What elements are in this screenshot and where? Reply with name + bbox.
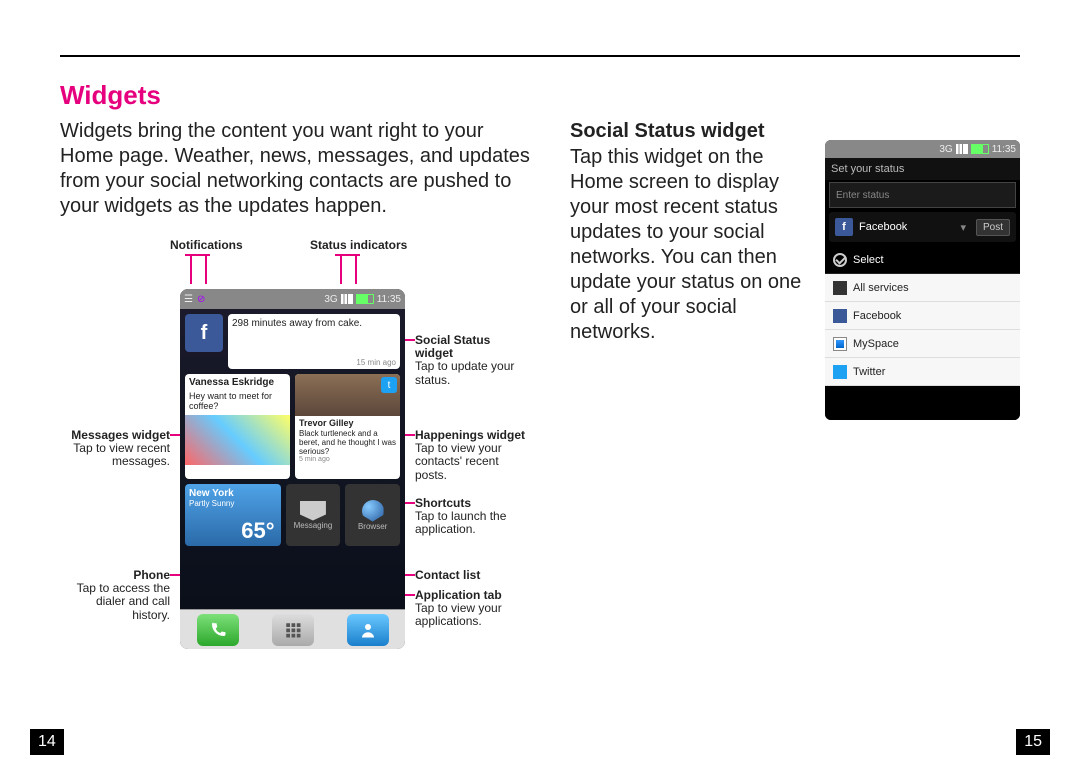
network-indicator: 3G	[324, 294, 337, 305]
select-header: Select	[825, 246, 1020, 274]
facebook-icon	[833, 309, 847, 323]
twitter-icon	[833, 365, 847, 379]
post-button[interactable]: Post	[976, 219, 1010, 236]
service-item-all[interactable]: All services	[825, 274, 1020, 302]
label-happenings: Happenings widgetTap to view your contac…	[415, 429, 525, 482]
status-bar: 3G 11:35	[825, 140, 1020, 158]
service-item-myspace[interactable]: MySpace	[825, 330, 1020, 358]
facebook-icon: f	[835, 218, 853, 236]
person-icon	[359, 621, 377, 639]
service-list: All services Facebook MySpace Twitter	[825, 274, 1020, 386]
social-status-body: Tap this widget on the Home screen to di…	[570, 145, 815, 345]
phone-set-status-screen: 3G 11:35 Set your status Enter status f …	[825, 140, 1020, 420]
phone-button[interactable]	[197, 614, 239, 646]
label-social-status: Social Status widgetTap to update your s…	[415, 334, 525, 387]
status-input[interactable]: Enter status	[829, 182, 1016, 208]
label-shortcuts: ShortcutsTap to launch the application.	[415, 497, 525, 537]
clock: 11:35	[377, 294, 401, 305]
phone-home-screen: ☰ ⊘ 3G 11:35 f 298 minutes away from cak…	[180, 289, 405, 649]
label-contact-list: Contact list	[415, 569, 525, 582]
notification-icon: ☰	[184, 294, 193, 305]
battery-icon	[971, 144, 989, 154]
yahoo-icon: ⊘	[197, 294, 205, 305]
contact-photo	[185, 415, 290, 465]
signal-icon	[341, 294, 353, 304]
signal-icon	[956, 144, 968, 154]
browser-shortcut[interactable]: Browser	[345, 484, 400, 546]
contact-avatar: t	[295, 374, 400, 416]
label-application-tab: Application tabTap to view your applicat…	[415, 589, 525, 629]
network-indicator: 3G	[939, 144, 952, 155]
battery-icon	[356, 294, 374, 304]
page-number-left: 14	[30, 729, 64, 755]
status-bar: ☰ ⊘ 3G 11:35	[180, 289, 405, 309]
label-phone: PhoneTap to access the dialer and call h…	[60, 569, 170, 622]
messaging-shortcut[interactable]: Messaging	[286, 484, 341, 546]
label-notifications: Notifications	[170, 239, 243, 252]
network-selector[interactable]: f Facebook ▾ Post	[829, 212, 1016, 242]
weather-widget[interactable]: New York Partly Sunny 65°	[185, 484, 281, 546]
page-title: Widgets	[60, 80, 530, 111]
home-screen-diagram: Notifications Status indicators Social S…	[60, 239, 530, 689]
page-number-right: 15	[1016, 729, 1050, 755]
messages-widget[interactable]: Vanessa Eskridge Hey want to meet for co…	[185, 374, 290, 479]
label-status-indicators: Status indicators	[310, 239, 407, 252]
all-icon	[833, 281, 847, 295]
check-circle-icon	[833, 253, 847, 267]
grid-icon	[284, 621, 302, 639]
application-tab-button[interactable]	[272, 614, 314, 646]
widgets-body-text: Widgets bring the content you want right…	[60, 119, 530, 219]
facebook-icon[interactable]: f	[185, 314, 223, 352]
label-messages: Messages widgetTap to view recent messag…	[60, 429, 170, 469]
contacts-button[interactable]	[347, 614, 389, 646]
dock	[180, 609, 405, 649]
chevron-down-icon: ▾	[960, 221, 966, 234]
service-item-facebook[interactable]: Facebook	[825, 302, 1020, 330]
globe-icon	[362, 500, 384, 522]
clock: 11:35	[992, 144, 1016, 155]
twitter-icon: t	[381, 377, 397, 393]
happenings-widget[interactable]: t Trevor Gilley Black turtleneck and a b…	[295, 374, 400, 479]
service-item-twitter[interactable]: Twitter	[825, 358, 1020, 386]
myspace-icon	[833, 337, 847, 351]
social-status-widget[interactable]: 298 minutes away from cake. 15 min ago	[228, 314, 400, 369]
envelope-icon	[300, 501, 326, 521]
screen-title: Set your status	[825, 158, 1020, 180]
phone-icon	[209, 621, 227, 639]
